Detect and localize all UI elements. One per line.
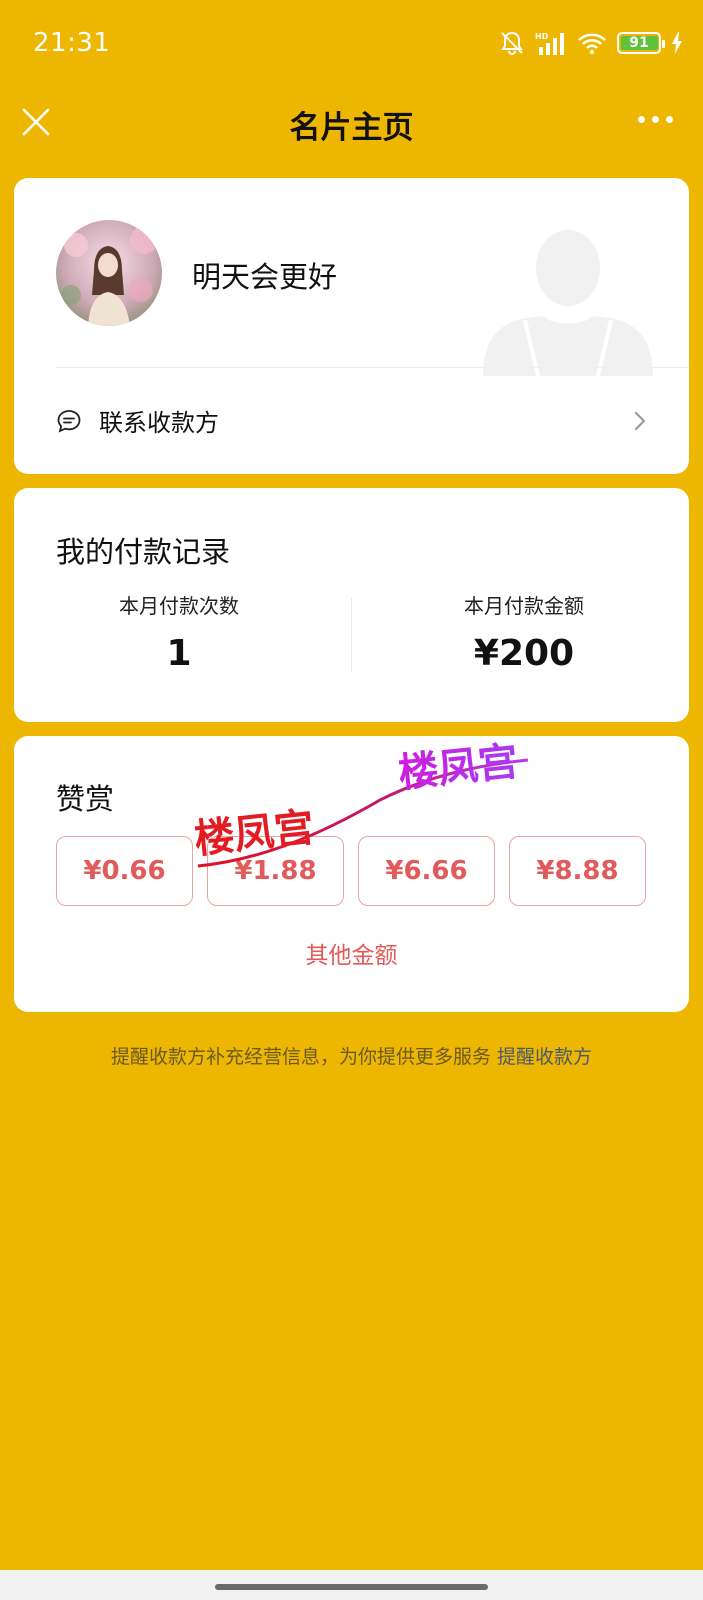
avatar-image [56, 220, 162, 326]
payment-record-card: 我的付款记录 本月付款次数 1 本月付款金额 ¥200 [14, 488, 689, 722]
monthly-amount-stat: 本月付款金额 ¥200 [359, 590, 689, 674]
hd-signal-icon: HD [535, 32, 564, 55]
tip-amount-button[interactable]: ¥8.88 [509, 836, 646, 906]
profile-name: 明天会更好 [192, 260, 338, 294]
monthly-amount-value: ¥200 [473, 633, 575, 674]
footer-note: 提醒收款方补充经营信息，为你提供更多服务 提醒收款方 [0, 1042, 703, 1069]
more-dot [666, 116, 673, 123]
page-title: 名片主页 [289, 110, 414, 146]
chevron-right-icon [634, 411, 646, 431]
charging-bolt-icon [672, 32, 682, 54]
more-icon[interactable] [638, 116, 673, 123]
status-bar: 21:31 HD 91 [0, 0, 703, 88]
svg-text:HD: HD [535, 32, 549, 41]
nav-bar: 名片主页 [0, 88, 703, 178]
home-indicator[interactable] [215, 1584, 488, 1590]
tip-title: 赞赏 [56, 782, 115, 816]
status-icons: HD 91 [499, 30, 683, 56]
profile-card: 明天会更好 联系收款方 [14, 178, 689, 474]
tip-card: 赞赏 ¥0.66 ¥1.88 ¥6.66 ¥8.88 其他金额 [14, 736, 689, 1012]
chat-bubble-icon [57, 410, 81, 433]
bell-muted-icon [501, 31, 523, 56]
avatar[interactable] [56, 220, 162, 326]
more-dot [652, 116, 659, 123]
monthly-count-stat: 本月付款次数 1 [14, 590, 344, 674]
battery-level: 91 [629, 35, 649, 51]
silhouette-icon [483, 230, 653, 376]
tip-amount-button[interactable]: ¥1.88 [207, 836, 344, 906]
contact-payee-label: 联系收款方 [99, 409, 219, 437]
wifi-icon [578, 33, 606, 55]
other-amount-link[interactable]: 其他金额 [14, 936, 689, 970]
monthly-count-label: 本月付款次数 [119, 594, 239, 618]
stat-divider [351, 598, 352, 672]
remind-payee-link[interactable]: 提醒收款方 [497, 1046, 592, 1068]
contact-payee-row[interactable]: 联系收款方 [14, 368, 689, 474]
more-dot [638, 116, 645, 123]
tip-amount-button[interactable]: ¥6.66 [358, 836, 495, 906]
tip-amount-button[interactable]: ¥0.66 [56, 836, 193, 906]
payment-record-title: 我的付款记录 [56, 535, 231, 569]
status-time: 21:31 [33, 28, 111, 58]
battery-icon: 91 [617, 32, 665, 54]
footer-note-text: 提醒收款方补充经营信息，为你提供更多服务 [110, 1046, 491, 1068]
battery-cap [662, 40, 665, 48]
monthly-count-value: 1 [166, 633, 192, 674]
monthly-amount-label: 本月付款金额 [464, 594, 584, 618]
